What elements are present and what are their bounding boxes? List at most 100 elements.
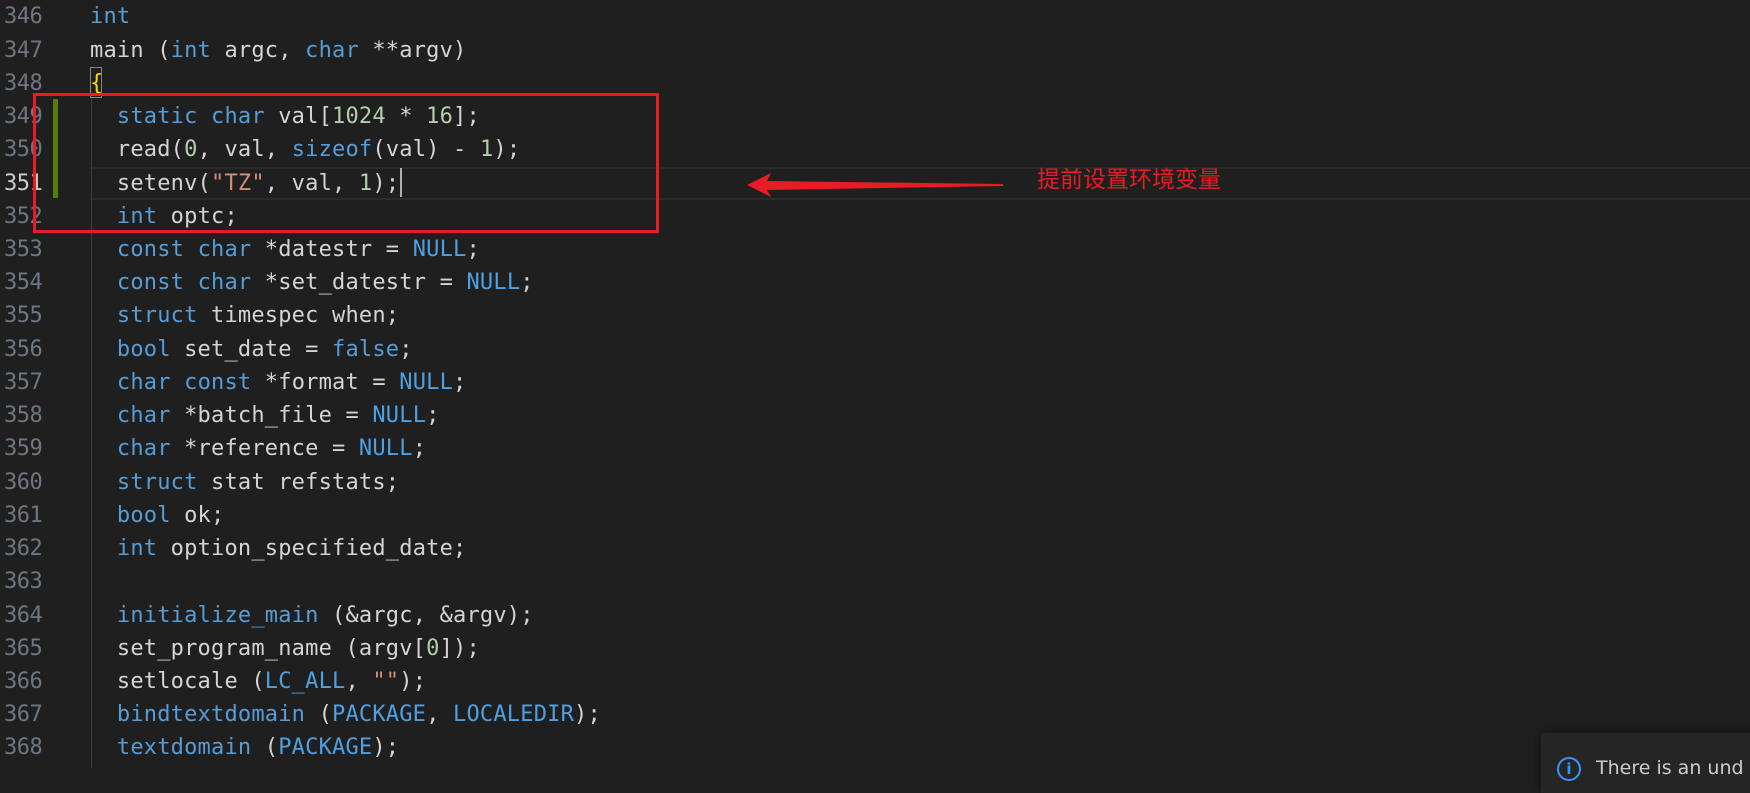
token-plain: ; xyxy=(426,403,440,429)
code-line[interactable]: 359 char *reference = NULL; xyxy=(0,432,1750,465)
token-plain: *datestr = xyxy=(251,237,413,262)
token-macro: NULL xyxy=(358,436,413,462)
token-plain: stat refstats; xyxy=(197,469,400,495)
token-kw: char xyxy=(116,403,171,429)
token-macro: NULL xyxy=(412,237,467,262)
code-text: const char *set_datestr = NULL; xyxy=(90,266,534,299)
token-macro: NULL xyxy=(466,270,521,296)
token-kw: const xyxy=(184,369,252,395)
line-number[interactable]: 358 xyxy=(4,399,46,432)
code-line[interactable]: 346 int xyxy=(0,0,1750,33)
code-text: int xyxy=(90,0,130,33)
code-line[interactable]: 353 const char *datestr = NULL; xyxy=(0,233,1750,266)
token-fn: bindtextdomain xyxy=(116,702,306,728)
token-kw: struct xyxy=(116,303,198,329)
token-plain: ok; xyxy=(170,502,225,528)
code-line[interactable]: 358 char *batch_file = NULL; xyxy=(0,399,1750,432)
notification-toast[interactable]: i There is an und xyxy=(1541,733,1750,793)
token-plain: ; xyxy=(466,237,480,262)
token-plain: , xyxy=(426,702,454,728)
line-number[interactable]: 355 xyxy=(4,299,46,332)
line-number[interactable]: 347 xyxy=(4,34,46,67)
annotation-arrow-icon xyxy=(747,173,1003,197)
token-plain: *format = xyxy=(251,369,400,395)
token-kw: char xyxy=(116,369,171,395)
token-str: "" xyxy=(372,669,400,694)
code-line[interactable]: 365 set_program_name (argv[0]); xyxy=(0,632,1750,665)
code-line[interactable]: 355 struct timespec when; xyxy=(0,299,1750,332)
code-text: textdomain (PACKAGE); xyxy=(90,731,399,764)
token-plain: *batch_file = xyxy=(170,403,373,429)
token-kw: int xyxy=(90,4,131,30)
code-line[interactable]: 367 bindtextdomain (PACKAGE, LOCALEDIR); xyxy=(0,698,1750,731)
token-plain: set_date = xyxy=(170,336,333,362)
notification-message: There is an und xyxy=(1596,757,1744,779)
token-kw: int xyxy=(170,37,212,63)
token-plain: setlocale ( xyxy=(90,669,265,694)
code-text: int option_specified_date; xyxy=(90,532,466,565)
line-number[interactable]: 357 xyxy=(4,366,46,399)
code-line[interactable]: 354 const char *set_datestr = NULL; xyxy=(0,266,1750,299)
code-line[interactable]: 357 char const *format = NULL; xyxy=(0,366,1750,399)
code-line[interactable]: 360 struct stat refstats; xyxy=(0,466,1750,499)
token-plain: ; xyxy=(399,336,413,362)
line-number[interactable]: 346 xyxy=(4,0,46,33)
code-text: main (int argc, char **argv) xyxy=(90,34,466,67)
code-line[interactable]: 361 bool ok; xyxy=(0,499,1750,532)
token-kw: bool xyxy=(116,336,171,362)
line-number[interactable]: 363 xyxy=(4,565,46,598)
code-line[interactable]: 366 setlocale (LC_ALL, ""); xyxy=(0,665,1750,698)
annotation-highlight-box xyxy=(33,93,659,233)
token-plain: ( xyxy=(305,702,333,728)
token-plain: timespec when; xyxy=(197,303,400,329)
line-number[interactable]: 354 xyxy=(4,266,46,299)
line-number[interactable]: 365 xyxy=(4,632,46,665)
token-plain: argc, xyxy=(211,37,306,63)
code-text: initialize_main (&argc, &argv); xyxy=(90,599,534,632)
token-kw: char xyxy=(197,270,252,296)
token-macro: LC_ALL xyxy=(264,669,346,694)
line-number[interactable]: 359 xyxy=(4,432,46,465)
code-line[interactable]: 356 bool set_date = false; xyxy=(0,333,1750,366)
token-fn: textdomain xyxy=(116,735,252,761)
token-kw: false xyxy=(332,336,400,362)
code-line[interactable]: 362 int option_specified_date; xyxy=(0,532,1750,565)
token-kw: char xyxy=(197,237,252,262)
token-plain: ( xyxy=(251,735,279,761)
line-number[interactable]: 362 xyxy=(4,532,46,565)
code-text: setlocale (LC_ALL, ""); xyxy=(90,665,426,698)
token-plain: (&argc, &argv); xyxy=(318,602,534,628)
token-macro: LOCALEDIR xyxy=(453,702,575,728)
code-text: char *batch_file = NULL; xyxy=(90,399,440,432)
code-line[interactable]: 368 textdomain (PACKAGE); xyxy=(0,731,1750,764)
annotation-arrow-shape xyxy=(747,173,1003,197)
code-text: bool ok; xyxy=(90,499,224,532)
token-fn: initialize_main xyxy=(116,602,319,628)
line-number[interactable]: 353 xyxy=(4,233,46,266)
code-line[interactable]: 363 xyxy=(0,565,1750,598)
code-line[interactable]: 364 initialize_main (&argc, &argv); xyxy=(0,599,1750,632)
token-plain: *reference = xyxy=(170,436,359,462)
line-number[interactable]: 366 xyxy=(4,665,46,698)
token-kw: char xyxy=(305,37,359,63)
code-text: set_program_name (argv[0]); xyxy=(90,632,480,665)
token-plain: ; xyxy=(453,369,467,395)
line-number[interactable]: 360 xyxy=(4,466,46,499)
token-plain: ; xyxy=(412,436,427,462)
token-kw: const xyxy=(116,270,185,296)
line-number[interactable]: 364 xyxy=(4,599,46,632)
line-number[interactable]: 361 xyxy=(4,499,46,532)
token-num: 0 xyxy=(426,635,440,661)
code-line[interactable]: 347 main (int argc, char **argv) xyxy=(0,34,1750,67)
line-number[interactable]: 356 xyxy=(4,333,46,366)
line-number[interactable]: 367 xyxy=(4,698,46,731)
line-number[interactable]: 368 xyxy=(4,731,46,764)
